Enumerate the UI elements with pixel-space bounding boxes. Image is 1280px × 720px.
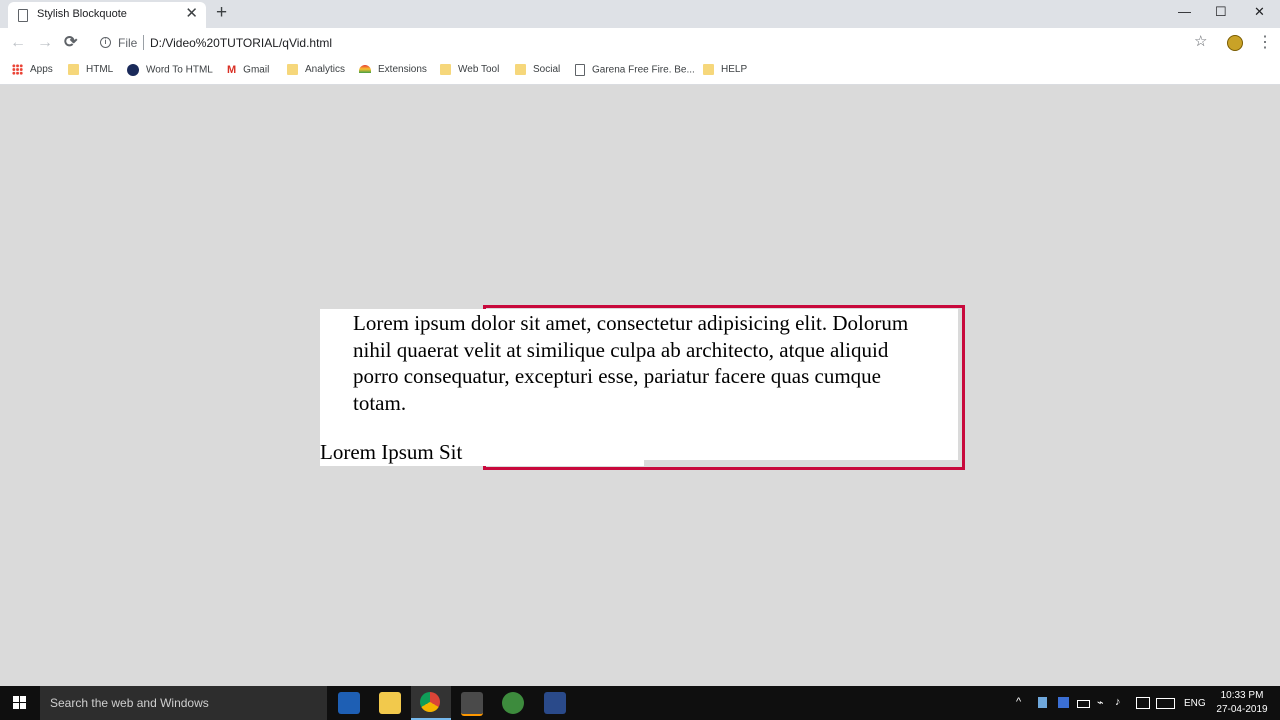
clock-date: 27-04-2019 — [1216, 704, 1268, 715]
tray-bluetooth-icon[interactable] — [1058, 697, 1069, 708]
extension-icon[interactable] — [1227, 35, 1243, 51]
keyboard-icon[interactable] — [1156, 698, 1175, 709]
search-placeholder: Search the web and Windows — [50, 696, 209, 710]
windows-start-icon[interactable] — [13, 696, 27, 710]
bookmark-analytics[interactable]: Analytics — [287, 64, 345, 75]
close-tab-icon[interactable]: ✕ — [185, 6, 198, 22]
calculator-icon[interactable] — [338, 692, 360, 714]
windows-taskbar: Search the web and Windows ^ ⌁ ♪ ENG 10:… — [0, 686, 1280, 720]
bookmark-gmail[interactable]: M Gmail — [227, 64, 269, 76]
folder-icon — [703, 64, 714, 75]
bookmark-garena[interactable]: Garena Free Fire. Be... — [575, 64, 695, 76]
bookmark-label: Social — [533, 64, 561, 76]
blockquote-text: Lorem ipsum dolor sit amet, consectetur … — [353, 311, 909, 415]
forward-button[interactable]: → — [37, 33, 53, 53]
tab-title: Stylish Blockquote — [37, 8, 127, 20]
folder-icon — [440, 64, 451, 75]
bookmark-word-to-html[interactable]: Word To HTML — [127, 64, 213, 76]
bookmark-apps[interactable]: Apps — [12, 64, 53, 75]
bookmark-web-tool[interactable]: Web Tool — [440, 64, 499, 75]
info-icon[interactable]: i — [100, 37, 111, 48]
bookmark-label: Extensions — [378, 64, 427, 75]
bookmark-extensions[interactable]: Extensions — [359, 64, 427, 75]
folder-icon — [68, 64, 79, 75]
bookmarks-bar: Apps HTML Word To HTML M Gmail Analytics … — [0, 58, 1280, 85]
url-scheme: File — [118, 36, 138, 50]
browser-toolbar: ← → ⟳ i File D:/Video%20TUTORIAL/qVid.ht… — [0, 28, 1280, 58]
url-separator — [143, 35, 144, 50]
tab-strip: Stylish Blockquote ✕ + — ☐ ✕ — [0, 0, 1280, 28]
blockquote: Lorem ipsum dolor sit amet, consectetur … — [320, 305, 965, 471]
chrome-taskbar-button[interactable] — [411, 686, 451, 720]
bookmark-label: Word To HTML — [146, 64, 213, 76]
folder-icon — [515, 64, 526, 75]
bookmark-label: Gmail — [243, 64, 270, 76]
close-window-button[interactable]: ✕ — [1254, 3, 1265, 21]
chrome-icon — [420, 692, 440, 712]
url-text[interactable]: D:/Video%20TUTORIAL/qVid.html — [150, 36, 332, 50]
notification-icon[interactable] — [1136, 697, 1150, 709]
maximize-button[interactable]: ☐ — [1215, 3, 1227, 21]
bookmark-social[interactable]: Social — [515, 64, 560, 75]
folder-icon — [287, 64, 298, 75]
clock-time: 10:33 PM — [1220, 690, 1264, 701]
bookmark-help[interactable]: HELP — [703, 64, 747, 75]
taskbar-search-box[interactable]: Search the web and Windows — [40, 686, 327, 720]
android-studio-icon[interactable] — [502, 692, 524, 714]
bookmark-star-icon[interactable]: ☆ — [1194, 32, 1207, 50]
address-bar[interactable]: i File D:/Video%20TUTORIAL/qVid.html — [90, 31, 1220, 55]
apps-icon — [12, 64, 23, 75]
wordtohtml-icon — [127, 64, 139, 76]
browser-menu-icon[interactable]: ⋮ — [1257, 32, 1273, 52]
tray-app-icon[interactable] — [1038, 697, 1047, 708]
bookmark-html[interactable]: HTML — [68, 64, 113, 75]
file-explorer-icon[interactable] — [379, 692, 401, 714]
blockquote-author: Lorem Ipsum Sit — [320, 440, 469, 465]
bookmark-label: HTML — [86, 64, 114, 76]
bookmark-label: HELP — [721, 64, 748, 76]
volume-icon[interactable]: ♪ — [1115, 696, 1121, 708]
screen-recorder-icon[interactable] — [544, 692, 566, 714]
bookmark-label: Web Tool — [458, 64, 500, 76]
minimize-button[interactable]: — — [1178, 3, 1191, 21]
document-icon — [18, 9, 28, 22]
sublime-text-icon[interactable] — [461, 692, 483, 716]
back-button[interactable]: ← — [10, 33, 26, 53]
gmail-icon: M — [227, 64, 237, 76]
page-icon — [575, 64, 585, 76]
tray-chevron-icon[interactable]: ^ — [1016, 696, 1021, 708]
bookmark-label: Apps — [30, 64, 53, 76]
tab-stylish-blockquote[interactable]: Stylish Blockquote ✕ — [8, 2, 206, 28]
bookmark-label: Garena Free Fire. Be... — [592, 64, 695, 76]
network-icon[interactable]: ⌁ — [1097, 696, 1104, 709]
taskbar-clock[interactable]: 10:33 PM 27-04-2019 — [1210, 689, 1274, 717]
new-tab-button[interactable]: + — [216, 3, 227, 23]
rainbow-icon — [359, 65, 371, 74]
bookmark-label: Analytics — [305, 64, 346, 76]
reload-button[interactable]: ⟳ — [64, 33, 77, 53]
language-indicator[interactable]: ENG — [1184, 698, 1206, 709]
battery-icon[interactable] — [1077, 700, 1090, 708]
